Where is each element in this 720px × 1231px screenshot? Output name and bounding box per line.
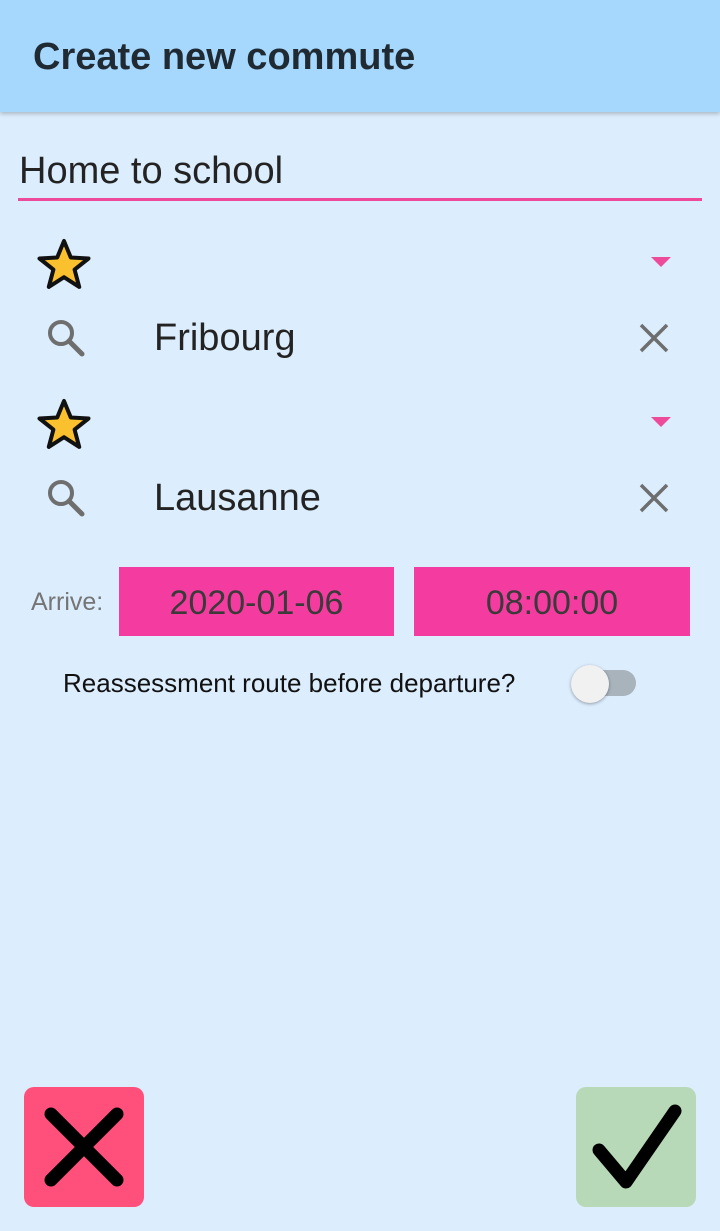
- reassess-switch-thumb[interactable]: [571, 665, 609, 703]
- destination-favorite-star-icon[interactable]: [33, 396, 95, 458]
- destination-dropdown-arrow-icon[interactable]: [651, 417, 671, 427]
- origin-input[interactable]: Fribourg: [154, 317, 296, 360]
- x-icon: [44, 1107, 124, 1187]
- commute-name-input[interactable]: Home to school: [18, 145, 702, 201]
- origin-favorite-star-icon[interactable]: [33, 236, 95, 298]
- cancel-button[interactable]: [24, 1087, 144, 1207]
- origin-dropdown-arrow-icon[interactable]: [651, 257, 671, 267]
- destination-input[interactable]: Lausanne: [154, 477, 321, 520]
- origin-search-icon[interactable]: [44, 316, 88, 360]
- reassess-label: Reassessment route before departure?: [63, 668, 516, 698]
- destination-clear-icon[interactable]: [636, 480, 672, 516]
- origin-clear-icon[interactable]: [636, 320, 672, 356]
- confirm-button[interactable]: [576, 1087, 696, 1207]
- page-title: Create new commute: [33, 36, 416, 78]
- date-button[interactable]: 2020-01-06: [119, 567, 394, 636]
- time-button[interactable]: 08:00:00: [414, 567, 690, 636]
- arrive-label: Arrive:: [31, 588, 104, 616]
- check-icon: [592, 1104, 682, 1189]
- destination-search-icon[interactable]: [44, 476, 88, 520]
- app-bar: Create new commute: [0, 0, 720, 112]
